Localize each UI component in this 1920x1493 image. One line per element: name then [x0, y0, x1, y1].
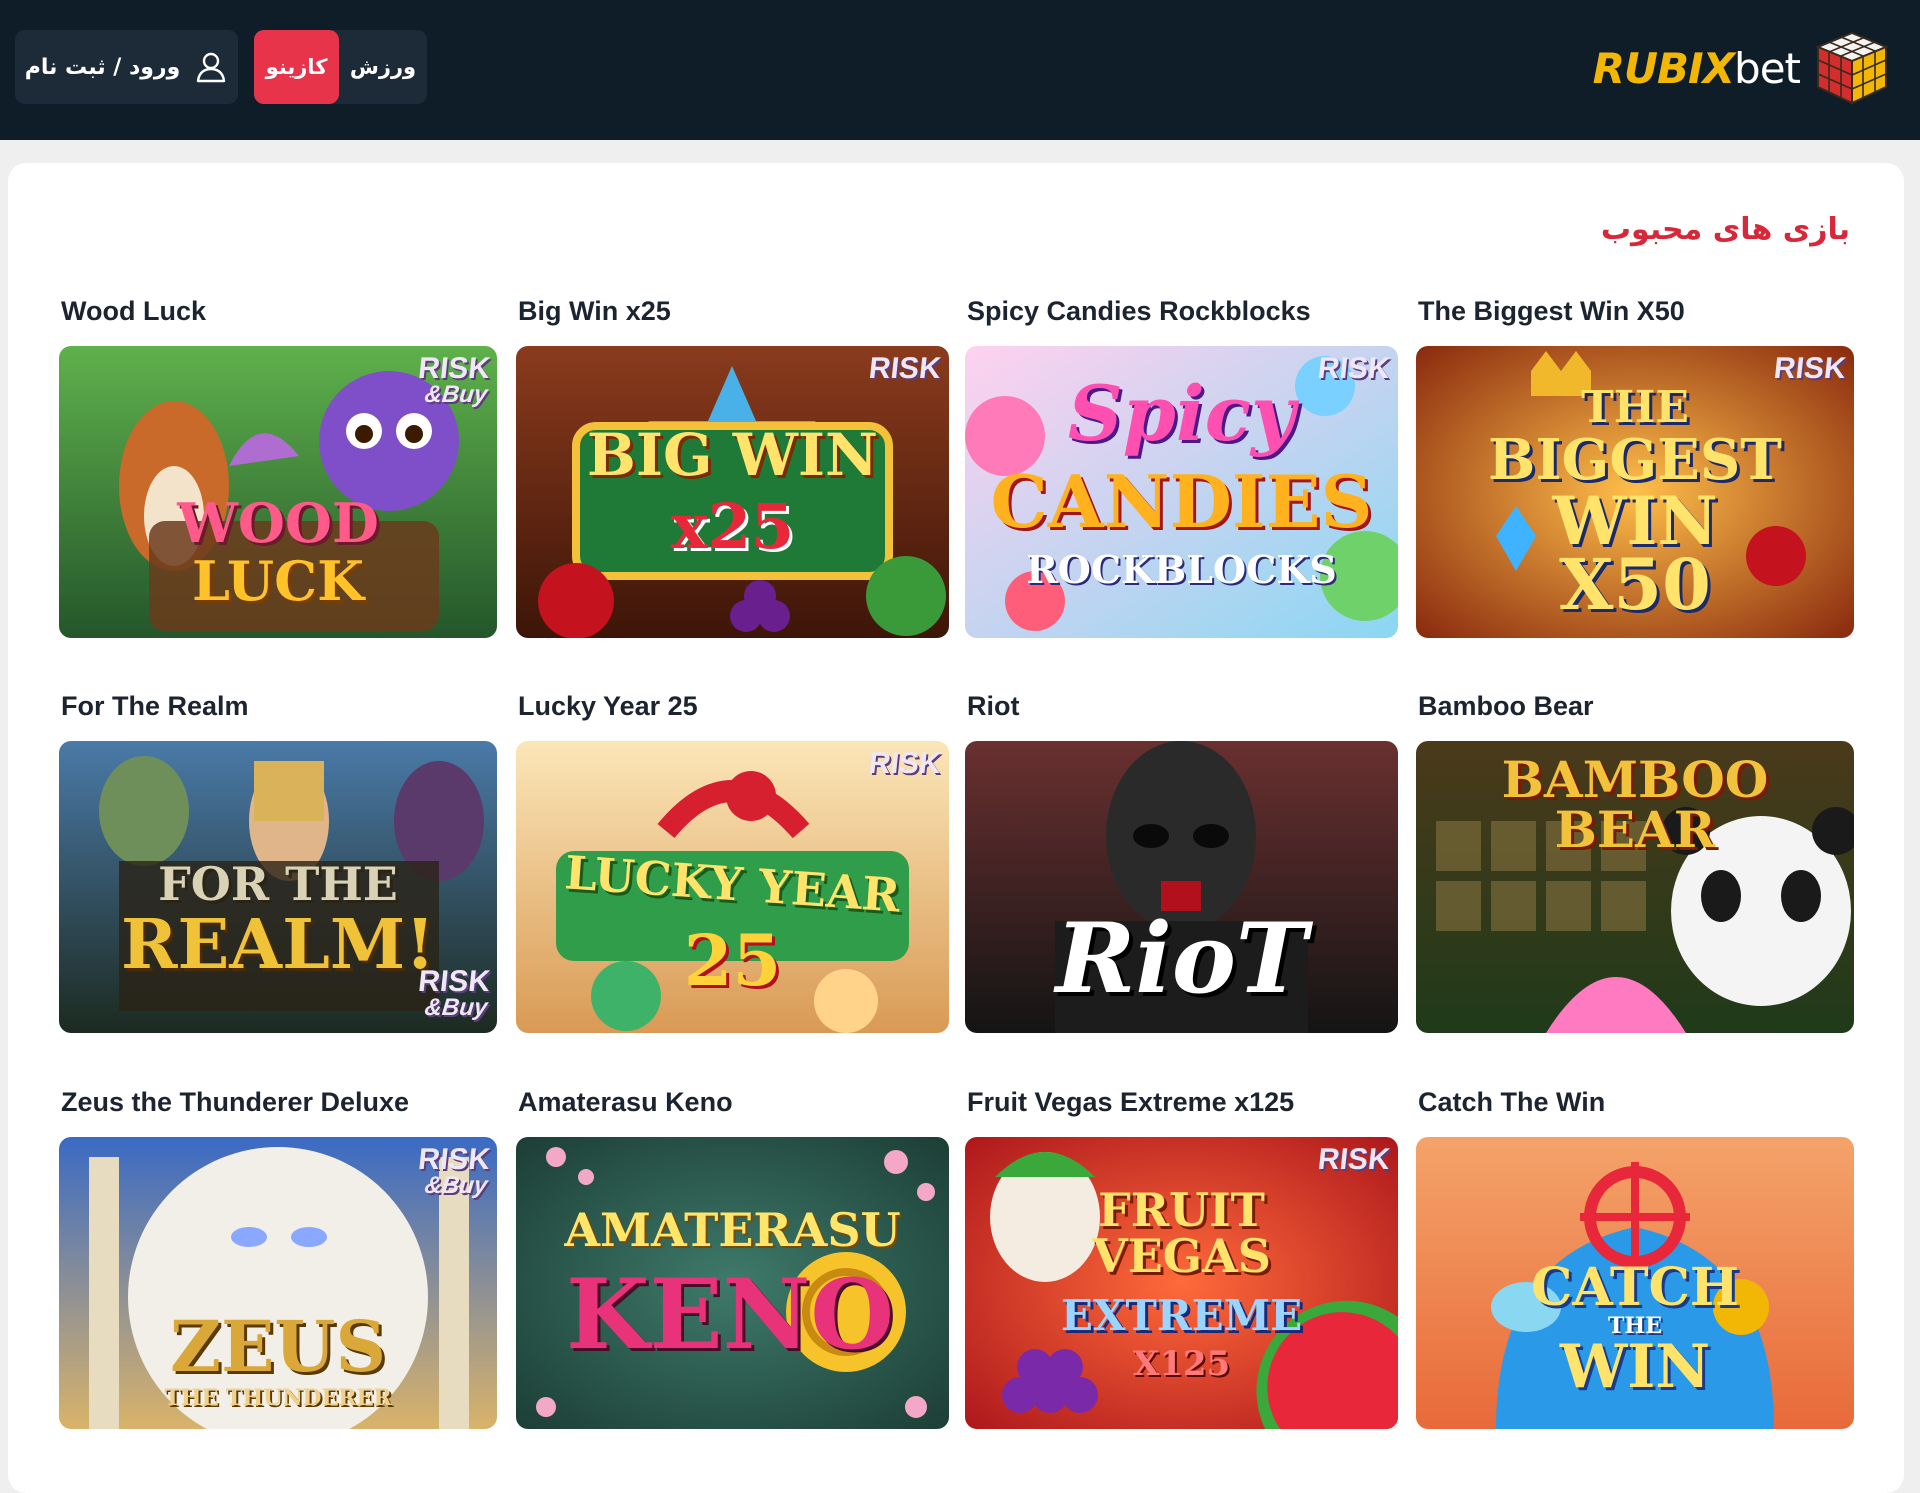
- art-title: Spicy: [1067, 369, 1296, 458]
- art-title: 25: [683, 919, 782, 1002]
- game-thumbnail[interactable]: ZEUS THE THUNDERER RISK &Buy: [59, 1137, 497, 1429]
- game-title: Big Win x25: [518, 296, 671, 326]
- game-thumbnail[interactable]: BIG WIN x25 RISK: [516, 346, 949, 638]
- art-title: RioT: [1055, 902, 1308, 1015]
- risk-badge: RISK &Buy: [416, 1143, 493, 1199]
- tab-sport[interactable]: ورزش: [339, 30, 427, 104]
- section-title: بازی های محبوب: [1600, 212, 1850, 247]
- art-title: EXTREME: [1060, 1291, 1303, 1340]
- risk-badge: RISK: [1316, 352, 1392, 385]
- game-title: Wood Luck: [61, 296, 206, 326]
- art-title: x25: [670, 490, 795, 563]
- game-thumbnail[interactable]: WOOD LUCK RISK &Buy: [59, 346, 497, 638]
- art-title: KENO: [566, 1258, 894, 1371]
- art-title: THE THUNDERER: [164, 1385, 392, 1411]
- art-title: WOOD: [177, 491, 379, 555]
- game-thumbnail[interactable]: LUCKY YEAR 25 RISK: [516, 741, 949, 1033]
- game-title: Fruit Vegas Extreme x125: [967, 1087, 1295, 1117]
- user-icon: [194, 50, 228, 84]
- logo-text: RUBIXbet: [1592, 43, 1801, 93]
- risk-badge: RISK: [1316, 1143, 1392, 1176]
- tab-casino[interactable]: کازینو: [254, 30, 339, 104]
- risk-badge: RISK: [1772, 352, 1848, 385]
- login-register-button[interactable]: ورود / ثبت نام: [15, 30, 238, 104]
- game-thumbnail[interactable]: Spicy CANDIES ROCKBLOCKS RISK: [965, 346, 1398, 638]
- game-thumbnail[interactable]: AMATERASU KENO: [516, 1137, 949, 1429]
- game-title: Amaterasu Keno: [518, 1087, 733, 1117]
- game-title: The Biggest Win X50: [1418, 296, 1685, 326]
- tab-casino-label: کازینو: [265, 55, 328, 79]
- game-title: Lucky Year 25: [518, 691, 698, 721]
- tab-sport-label: ورزش: [349, 55, 417, 79]
- art-title: LUCK: [191, 549, 365, 613]
- art-title: THE: [1581, 382, 1689, 433]
- game-thumbnail[interactable]: CATCH THE WIN: [1416, 1137, 1854, 1429]
- risk-badge: RISK: [867, 352, 943, 385]
- site-logo[interactable]: RUBIXbet: [1593, 28, 1892, 108]
- game-thumbnail[interactable]: FOR THE REALM! RISK &Buy: [59, 741, 497, 1033]
- game-title: Spicy Candies Rockblocks: [967, 296, 1311, 326]
- game-title: Catch The Win: [1418, 1087, 1606, 1117]
- art-title: ROCKBLOCKS: [1026, 547, 1337, 592]
- top-header: ورود / ثبت نام کازینو ورزش RUBIXbet: [0, 0, 1920, 140]
- risk-badge: RISK &Buy: [416, 352, 493, 408]
- art-title: BAMBOO BEAR: [1501, 750, 1769, 859]
- login-register-label: ورود / ثبت نام: [24, 54, 181, 80]
- art-title: FRUIT: [1098, 1183, 1265, 1237]
- game-thumbnail[interactable]: BAMBOO BEAR: [1416, 741, 1854, 1033]
- game-thumbnail[interactable]: THE BIGGEST WIN X50 RISK: [1416, 346, 1854, 638]
- art-title: VEGAS: [1092, 1229, 1271, 1283]
- game-title: Bamboo Bear: [1418, 691, 1594, 721]
- art-title: BIG WIN: [586, 421, 879, 489]
- game-title: Riot: [967, 691, 1020, 721]
- art-title: WIN: [1559, 1332, 1711, 1402]
- art-title: X125: [1132, 1344, 1231, 1384]
- cube-icon: [1812, 29, 1892, 107]
- game-title: Zeus the Thunderer Deluxe: [61, 1087, 410, 1117]
- art-title: CANDIES: [990, 459, 1373, 544]
- game-thumbnail[interactable]: FRUIT VEGAS EXTREME X125 RISK: [965, 1137, 1398, 1429]
- mode-switch: کازینو ورزش: [254, 30, 427, 104]
- game-title: For The Realm: [61, 691, 249, 721]
- art-title: X50: [1559, 543, 1711, 626]
- risk-badge: RISK &Buy: [416, 965, 493, 1021]
- art-title: AMATERASU: [564, 1203, 901, 1257]
- art-title: ZEUS: [169, 1305, 387, 1388]
- game-thumbnail[interactable]: RioT: [965, 741, 1398, 1033]
- art-title: FOR THE: [158, 857, 398, 911]
- art-title: BIGGEST: [1488, 427, 1782, 493]
- risk-badge: RISK: [867, 747, 943, 780]
- art-title: CATCH: [1530, 1257, 1740, 1318]
